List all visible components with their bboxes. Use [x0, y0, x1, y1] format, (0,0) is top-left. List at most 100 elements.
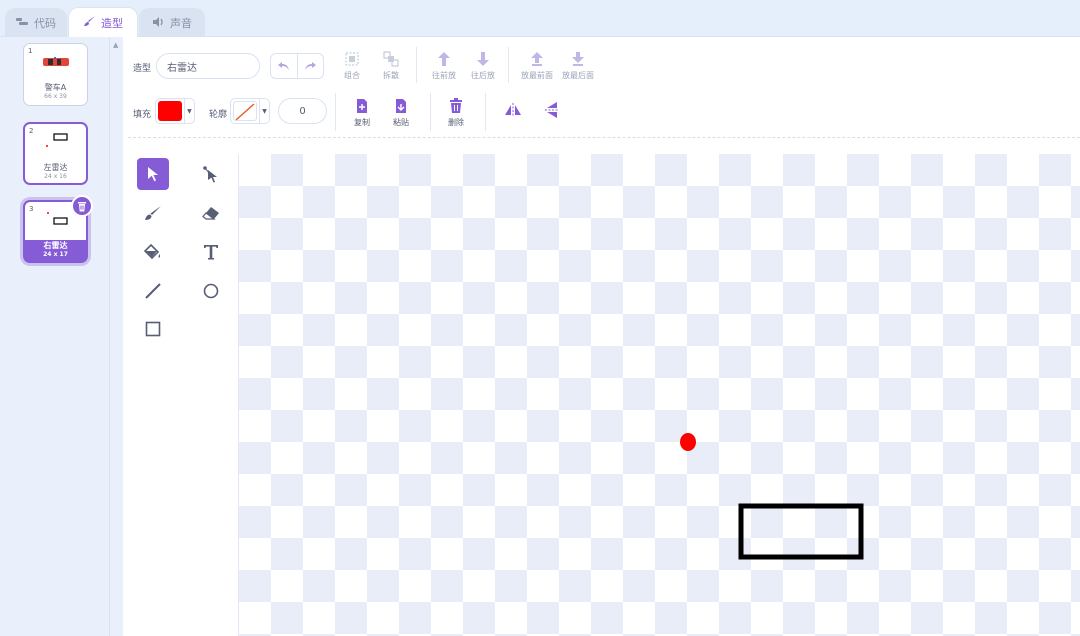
- canvas-artwork: [680, 433, 864, 560]
- eraser-icon: [202, 207, 219, 220]
- costume-name: 警车A: [44, 83, 67, 92]
- sidebar-scrollbar[interactable]: ▲: [110, 37, 123, 636]
- paste-button[interactable]: 粘贴: [379, 96, 423, 128]
- outline-color-picker[interactable]: ▼: [230, 98, 270, 124]
- divider: [335, 93, 336, 131]
- bring-to-front-button[interactable]: 放最前面: [515, 49, 559, 81]
- backward-button[interactable]: 往后放: [461, 49, 505, 81]
- line-icon: [145, 283, 161, 299]
- delete-costume-button[interactable]: [71, 195, 93, 217]
- no-color-icon: [235, 103, 255, 121]
- costume-thumbnail: [47, 212, 68, 225]
- copy-button[interactable]: 复制: [340, 96, 384, 128]
- delete-button[interactable]: 删除: [434, 96, 478, 128]
- costume-name: 右雷达: [43, 241, 68, 250]
- forward-button[interactable]: 往前放: [422, 49, 466, 81]
- trash-icon: [450, 98, 462, 113]
- divider: [508, 47, 509, 83]
- tool-reshape[interactable]: [195, 158, 227, 190]
- fill-icon: [144, 244, 161, 260]
- tool-fill[interactable]: [137, 236, 169, 268]
- chevron-down-icon: ▼: [259, 99, 269, 123]
- copy-icon: [357, 99, 367, 113]
- flip-vertical-icon: [545, 102, 559, 118]
- tab-costumes-label: 造型: [101, 16, 123, 30]
- code-icon: [16, 17, 29, 30]
- costume-thumbnail: [43, 57, 69, 66]
- front-label: 放最前面: [521, 71, 553, 80]
- costume-name-input[interactable]: 右雷达: [156, 53, 260, 79]
- trash-icon: [78, 201, 86, 211]
- flip-vertical-button[interactable]: [530, 100, 574, 120]
- paint-editor: 造型 右雷达 组合 拆散 往前放 往后放 放最前面 放最后面 填充 ▼ 轮廓 ▼…: [123, 37, 1080, 636]
- circle-icon: [203, 283, 219, 299]
- tool-select[interactable]: [137, 158, 169, 190]
- divider: [485, 93, 486, 131]
- tab-code[interactable]: 代码: [5, 8, 67, 37]
- divider: [430, 93, 431, 131]
- reshape-icon: [203, 166, 217, 183]
- copy-label: 复制: [354, 118, 370, 127]
- tab-sounds-label: 声音: [170, 17, 192, 30]
- ungroup-button[interactable]: 拆散: [369, 49, 413, 81]
- costume-number: 2: [29, 127, 34, 135]
- text-icon: [204, 245, 218, 260]
- costume-number: 3: [29, 205, 34, 213]
- arrow-up-icon: [438, 52, 450, 66]
- costume-item[interactable]: 1 警车A 66 x 39: [23, 43, 88, 106]
- costume-size: 66 x 39: [44, 93, 67, 100]
- drawing-canvas[interactable]: [238, 154, 1080, 636]
- back-icon: [572, 52, 584, 66]
- costume-size: 24 x 17: [43, 251, 68, 258]
- undo-button[interactable]: [271, 54, 297, 78]
- tab-costumes[interactable]: 造型: [68, 7, 138, 37]
- outline-width-input[interactable]: 0: [278, 98, 327, 124]
- front-icon: [531, 52, 543, 66]
- arrow-down-icon: [477, 52, 489, 66]
- tab-code-label: 代码: [34, 17, 56, 30]
- delete-label: 删除: [448, 118, 464, 127]
- fill-color-picker[interactable]: ▼: [155, 98, 195, 124]
- chevron-down-icon: ▼: [183, 99, 194, 123]
- group-label: 组合: [344, 71, 360, 80]
- tool-eraser[interactable]: [195, 197, 227, 229]
- black-rectangle-shape: [738, 503, 864, 560]
- tool-circle[interactable]: [195, 275, 227, 307]
- costume-thumbnail: [46, 133, 68, 147]
- send-to-back-button[interactable]: 放最后面: [556, 49, 600, 81]
- tool-line[interactable]: [137, 275, 169, 307]
- costume-list: 1 警车A 66 x 39 2 左雷达 24 x 16 3 右雷达 24 x 1…: [0, 37, 110, 636]
- group-button[interactable]: 组合: [330, 49, 374, 81]
- red-dot-shape: [680, 433, 696, 451]
- undo-redo-group: [270, 53, 324, 79]
- flip-horizontal-icon: [505, 103, 521, 117]
- group-icon: [345, 52, 359, 66]
- no-outline-swatch: [233, 101, 257, 121]
- tool-rectangle[interactable]: [137, 313, 169, 345]
- costume-item[interactable]: 2 左雷达 24 x 16: [23, 122, 88, 185]
- paste-label: 粘贴: [393, 118, 409, 127]
- backward-label: 往后放: [471, 71, 495, 80]
- brush-icon: [145, 206, 161, 220]
- ungroup-label: 拆散: [383, 71, 399, 80]
- tool-text[interactable]: [195, 236, 227, 268]
- back-label: 放最后面: [562, 71, 594, 80]
- paste-icon: [396, 99, 406, 113]
- costume-name-label: 造型: [133, 64, 152, 74]
- costume-name: 左雷达: [43, 163, 68, 172]
- tool-brush[interactable]: [137, 197, 169, 229]
- tab-bar: 代码 造型 声音: [0, 0, 1080, 37]
- fill-color-swatch: [158, 101, 182, 121]
- undo-icon: [277, 62, 289, 70]
- toolbar-divider: [128, 137, 1080, 138]
- costume-number: 1: [28, 47, 33, 55]
- forward-label: 往前放: [432, 71, 456, 80]
- divider: [416, 47, 417, 83]
- brush-icon: [83, 15, 96, 30]
- redo-button[interactable]: [296, 54, 324, 78]
- costume-item-selected[interactable]: 3 右雷达 24 x 17: [23, 195, 93, 263]
- fill-label: 填充: [133, 110, 152, 120]
- tab-sounds[interactable]: 声音: [139, 8, 205, 37]
- flip-horizontal-button[interactable]: [491, 100, 535, 120]
- costume-size: 24 x 16: [44, 173, 67, 180]
